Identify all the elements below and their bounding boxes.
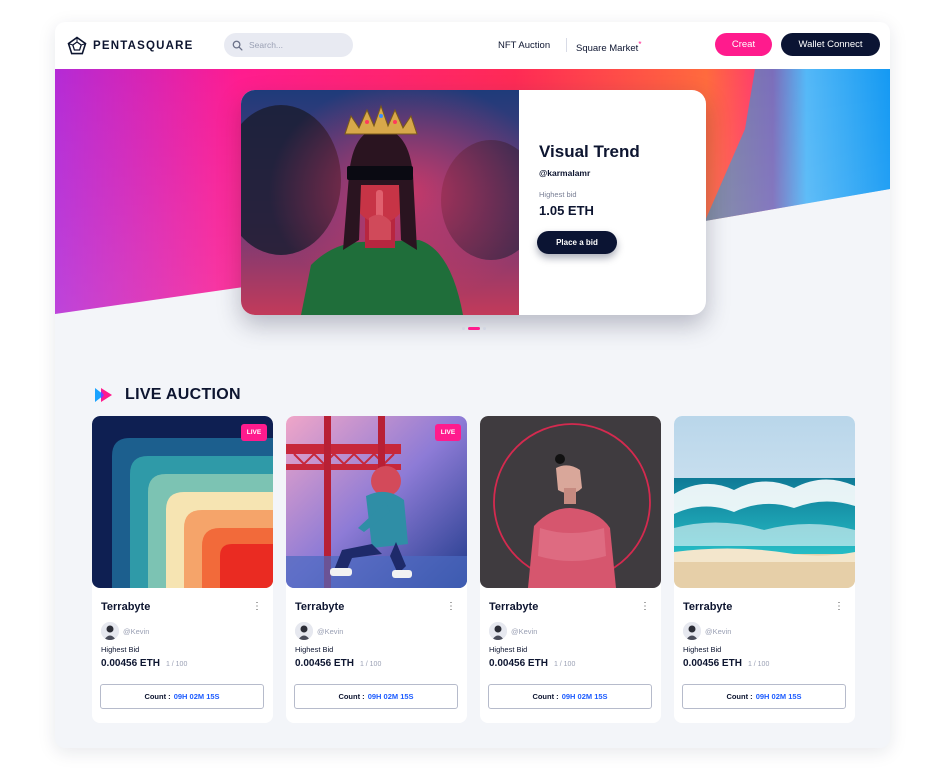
auction-card[interactable]: Terrabyte ⋮ @Kevin Highest Bid 0.00456 E…: [674, 416, 855, 723]
place-bid-button[interactable]: Place a bid: [537, 231, 617, 254]
live-badge: LIVE: [435, 424, 461, 441]
countdown-button[interactable]: Count : 09H 02M 15S: [488, 684, 652, 709]
app-window: PENTASQUARE NFT Auction Square Market* C…: [55, 22, 890, 748]
countdown-time: 09H 02M 15S: [561, 692, 608, 701]
bid-value: 0.00456 ETH: [295, 658, 354, 669]
artwork-image: [92, 416, 273, 588]
top-navbar: PENTASQUARE NFT Auction Square Market* C…: [55, 22, 890, 69]
price-row: 0.00456 ETH 1 / 100: [489, 658, 575, 669]
auction-card[interactable]: Terrabyte ⋮ @Kevin Highest Bid 0.00456 E…: [480, 416, 661, 723]
auction-card[interactable]: LIVE Terrabyte ⋮ @Kevin Highest Bid 0.00…: [92, 416, 273, 723]
featured-creator[interactable]: @karmalamr: [539, 168, 640, 178]
creator-handle: @Kevin: [317, 626, 344, 636]
countdown-time: 09H 02M 15S: [173, 692, 220, 701]
price-row: 0.00456 ETH 1 / 100: [295, 658, 381, 669]
avatar: [489, 622, 507, 640]
more-options-icon[interactable]: ⋮: [446, 602, 456, 612]
carousel-dot-active[interactable]: [468, 327, 480, 330]
bid-value: 0.00456 ETH: [683, 658, 742, 669]
countdown-button[interactable]: Count : 09H 02M 15S: [294, 684, 458, 709]
creator-row[interactable]: @Kevin: [683, 622, 731, 640]
featured-artwork-image: [241, 90, 519, 315]
card-title: Terrabyte: [683, 601, 733, 613]
live-auction-header: LIVE AUCTION: [94, 386, 241, 404]
creator-handle: @Kevin: [705, 626, 732, 636]
highest-bid-label: Highest Bid: [683, 645, 722, 654]
creator-row[interactable]: @Kevin: [489, 622, 537, 640]
countdown-time: 09H 02M 15S: [367, 692, 414, 701]
bid-value: 0.00456 ETH: [101, 658, 160, 669]
card-title: Terrabyte: [295, 601, 345, 613]
more-options-icon[interactable]: ⋮: [834, 602, 844, 612]
avatar: [683, 622, 701, 640]
brand-logo[interactable]: PENTASQUARE: [67, 35, 194, 57]
countdown-time: 09H 02M 15S: [755, 692, 802, 701]
price-row: 0.00456 ETH 1 / 100: [101, 658, 187, 669]
highest-bid-label: Highest Bid: [101, 645, 140, 654]
artwork-image: [480, 416, 661, 588]
search-bar[interactable]: [224, 33, 353, 57]
nav-divider: [566, 38, 567, 52]
avatar: [101, 622, 119, 640]
search-input[interactable]: [249, 40, 339, 50]
pentagon-logo-icon: [67, 36, 87, 55]
edition-count: 1 / 100: [359, 661, 382, 668]
create-button[interactable]: Creat: [715, 33, 772, 56]
highest-bid-value: 1.05 ETH: [539, 203, 594, 218]
featured-title: Visual Trend: [539, 142, 640, 161]
play-forward-icon: [95, 388, 112, 402]
nav-link-nft-auction[interactable]: NFT Auction: [498, 40, 550, 51]
more-options-icon[interactable]: ⋮: [252, 602, 262, 612]
card-title: Terrabyte: [489, 601, 539, 613]
creator-handle: @Kevin: [123, 626, 150, 636]
carousel-dot[interactable]: [483, 327, 486, 330]
new-badge: *: [638, 40, 642, 49]
price-row: 0.00456 ETH 1 / 100: [683, 658, 769, 669]
nav-link-square-market[interactable]: Square Market*: [576, 40, 641, 54]
edition-count: 1 / 100: [553, 661, 576, 668]
carousel-dot[interactable]: [462, 327, 465, 330]
countdown-label: Count :: [726, 692, 753, 701]
featured-nft-card[interactable]: Visual Trend @karmalamr Highest bid 1.05…: [241, 90, 706, 315]
creator-row[interactable]: @Kevin: [295, 622, 343, 640]
more-options-icon[interactable]: ⋮: [640, 602, 650, 612]
creator-handle: @Kevin: [511, 626, 538, 636]
highest-bid-label: Highest bid: [539, 190, 577, 199]
artwork-image: [674, 416, 855, 588]
highest-bid-label: Highest Bid: [295, 645, 334, 654]
featured-nft-info: Visual Trend @karmalamr Highest bid 1.05…: [539, 142, 640, 218]
carousel-indicator: [462, 327, 486, 330]
countdown-label: Count :: [144, 692, 171, 701]
countdown-button[interactable]: Count : 09H 02M 15S: [100, 684, 264, 709]
countdown-label: Count :: [532, 692, 559, 701]
creator-row[interactable]: @Kevin: [101, 622, 149, 640]
nav-link-square-market-label: Square Market: [576, 43, 639, 55]
edition-count: 1 / 100: [165, 661, 188, 668]
wallet-connect-button[interactable]: Wallet Connect: [781, 33, 880, 56]
live-badge: LIVE: [241, 424, 267, 441]
highest-bid-label: Highest Bid: [489, 645, 528, 654]
edition-count: 1 / 100: [747, 661, 770, 668]
search-icon: [232, 40, 243, 51]
auction-card[interactable]: LIVE Terrabyte ⋮ @Kevin Highest Bid 0.00…: [286, 416, 467, 723]
countdown-button[interactable]: Count : 09H 02M 15S: [682, 684, 846, 709]
bid-value: 0.00456 ETH: [489, 658, 548, 669]
brand-name: PENTASQUARE: [93, 40, 194, 52]
avatar: [295, 622, 313, 640]
card-title: Terrabyte: [101, 601, 151, 613]
live-auction-title: LIVE AUCTION: [125, 386, 241, 403]
artwork-image: [286, 416, 467, 588]
countdown-label: Count :: [338, 692, 365, 701]
